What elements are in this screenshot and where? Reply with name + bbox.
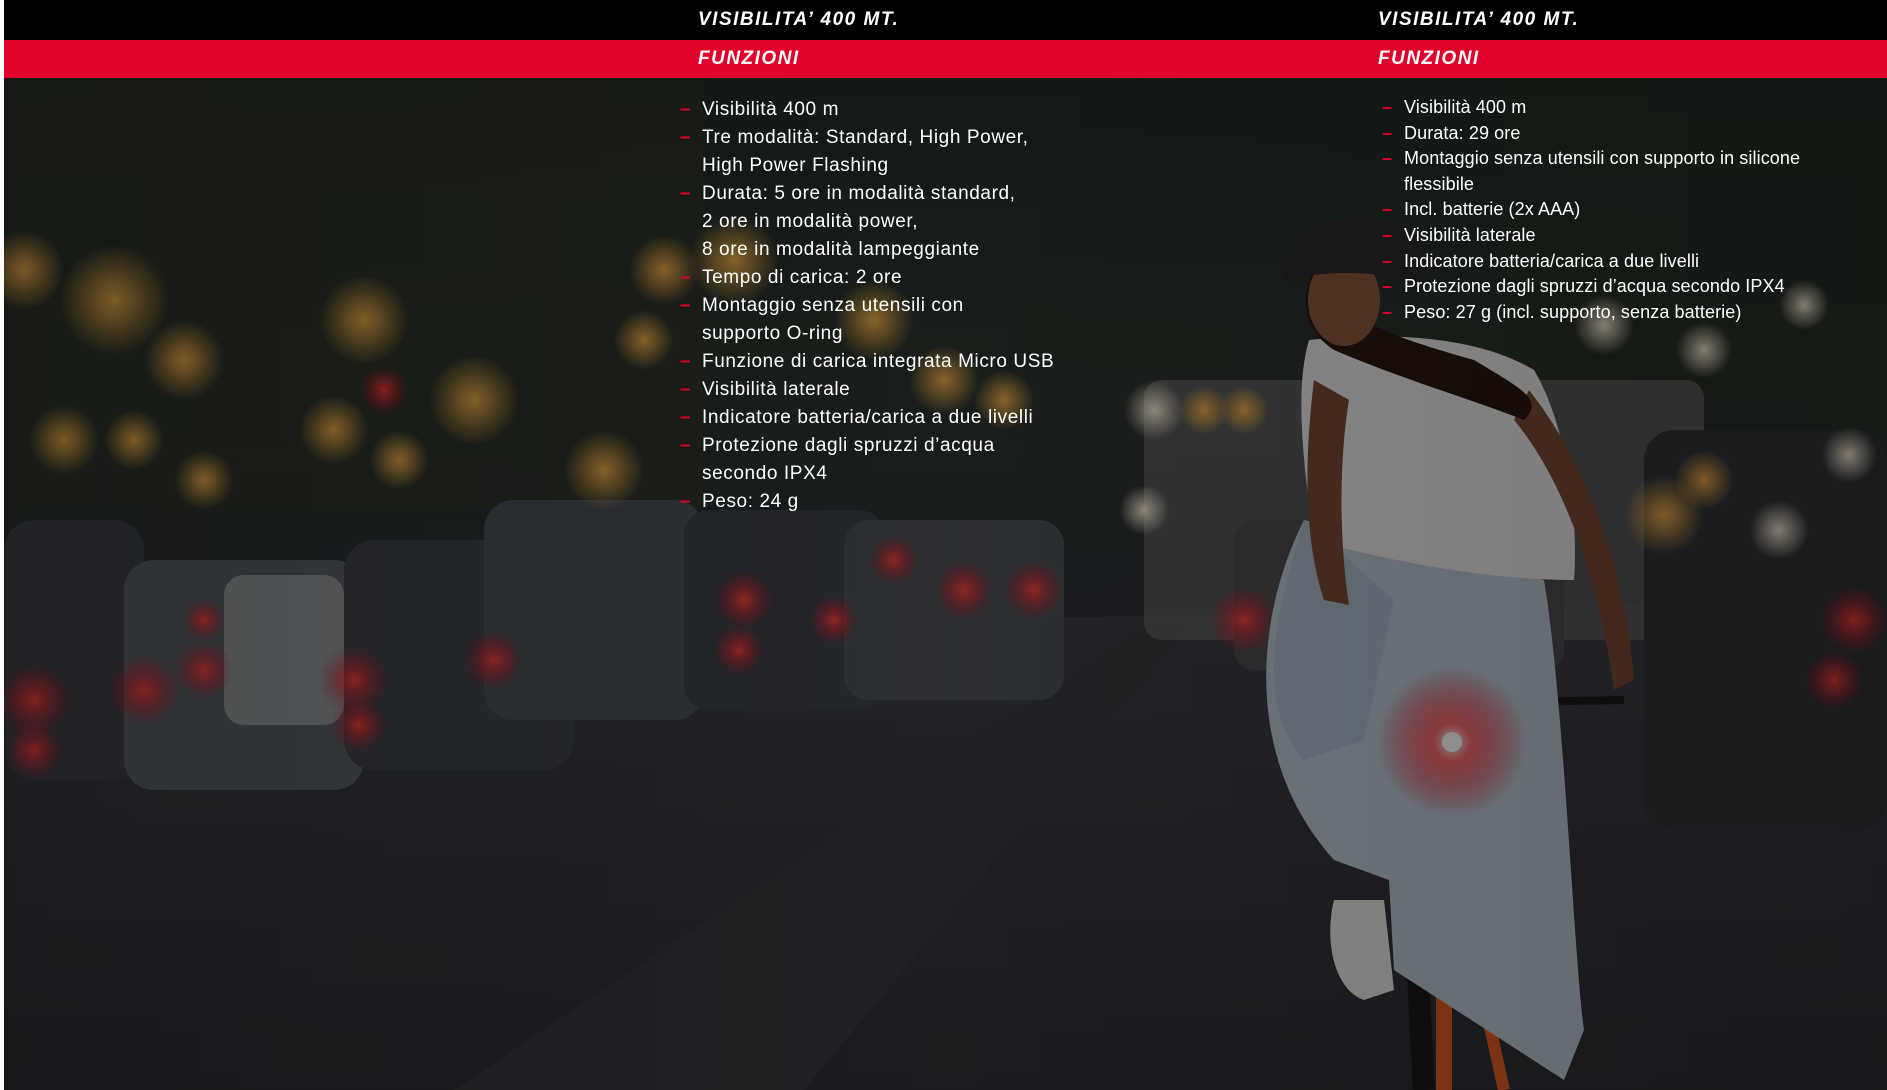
- feature-text-line: Visibilità 400 m: [1404, 97, 1527, 117]
- header-bar: [4, 0, 1887, 40]
- feature-item: – Peso: 27 g (incl. supporto, senza batte…: [1382, 300, 1800, 326]
- feature-text-line: flessibile: [1404, 173, 1475, 194]
- feature-item: – Tre modalità: Standard, High Power, High…: [680, 124, 1054, 180]
- feature-item: – Montaggio senza utensili con supporto O-…: [680, 292, 1054, 348]
- feature-text-line: secondo IPX4: [702, 463, 828, 484]
- bullet-dash: –: [680, 127, 692, 148]
- feature-item: – Indicatore batteria/carica a due livell…: [1382, 249, 1800, 275]
- bullet-dash: –: [1382, 250, 1393, 271]
- feature-item: – Durata: 29 ore: [1382, 121, 1800, 147]
- bullet-dash: –: [680, 407, 692, 428]
- bullet-dash: –: [1382, 122, 1393, 143]
- feature-text-line: Protezione dagli spruzzi d’acqua secondo…: [1404, 276, 1785, 297]
- bullet-dash: –: [680, 435, 692, 456]
- bullet-dash: –: [680, 351, 692, 372]
- feature-text-line: High Power Flashing: [702, 155, 889, 176]
- bullet-dash: –: [1382, 224, 1393, 245]
- bullet-dash: –: [1382, 276, 1393, 297]
- feature-item: – Tempo di carica: 2 ore: [680, 264, 1054, 292]
- feature-text-line: Visibilità 400 m: [702, 99, 840, 120]
- bullet-dash: –: [1382, 199, 1393, 220]
- feature-item: – Protezione dagli spruzzi d’acqua second…: [1382, 274, 1800, 300]
- bullet-dash: –: [1382, 97, 1393, 117]
- feature-text-line: Protezione dagli spruzzi d’acqua: [702, 435, 995, 456]
- feature-text-line: Peso: 24 g: [702, 491, 799, 512]
- product-1-title: VISIBILITA’ 400 MT.: [698, 9, 900, 30]
- feature-item: – Incl. batterie (2x AAA): [1382, 197, 1800, 223]
- feature-text-line: Tre modalità: Standard, High Power,: [702, 127, 1029, 148]
- feature-text-line: Visibilità laterale: [1404, 224, 1536, 245]
- feature-text-line: Incl. batterie (2x AAA): [1404, 199, 1581, 220]
- product-1-feature-list: – Visibilità 400 m – Tre modalità: Standard…: [680, 96, 1055, 516]
- bullet-dash: –: [680, 99, 692, 120]
- feature-item: – Peso: 24 g: [680, 488, 1054, 516]
- feature-text-line: 8 ore in modalità lampeggiante: [702, 239, 980, 260]
- bullet-dash: –: [680, 379, 692, 400]
- feature-text-line: Funzione di carica integrata Micro USB: [702, 351, 1055, 372]
- bullet-dash: –: [680, 267, 692, 288]
- product-1-section-label: FUNZIONI: [698, 48, 800, 69]
- section-bar: [4, 40, 1887, 78]
- feature-text-line: Montaggio senza utensili con: [702, 295, 964, 316]
- feature-text-line: Durata: 29 ore: [1404, 122, 1521, 143]
- bullet-dash: –: [680, 183, 692, 204]
- feature-item: – Visibilità laterale: [680, 376, 1054, 404]
- feature-item: – Durata: 5 ore in modalità standard, 2 or…: [680, 180, 1054, 264]
- product-2-feature-list: – Visibilità 400 m – Durata: 29 ore – Montagg…: [1382, 95, 1801, 326]
- feature-text-line: Indicatore batteria/carica a due livelli: [702, 407, 1034, 428]
- product-2-title: VISIBILITA’ 400 MT.: [1378, 9, 1580, 30]
- feature-text-line: Durata: 5 ore in modalità standard,: [702, 183, 1016, 204]
- feature-text-line: Montaggio senza utensili con supporto in…: [1404, 148, 1801, 169]
- product-page: VISIBILITA’ 400 MT. FUNZIONI – Visibilità…: [4, 0, 1887, 1090]
- feature-text-line: Visibilità laterale: [702, 379, 851, 400]
- feature-item: – Protezione dagli spruzzi d’acqua secondo…: [680, 432, 1054, 488]
- bullet-dash: –: [680, 491, 692, 512]
- feature-item: – Visibilità laterale: [1382, 223, 1800, 249]
- bullet-dash: –: [680, 295, 692, 316]
- feature-item: – Visibilità 400 m: [680, 96, 1054, 124]
- feature-item: – Funzione di carica integrata Micro USB: [680, 348, 1055, 376]
- bullet-dash: –: [1382, 301, 1393, 322]
- feature-text-line: Tempo di carica: 2 ore: [702, 267, 903, 288]
- feature-item: – Indicatore batteria/carica a due livell…: [680, 404, 1054, 432]
- bullet-dash: –: [1382, 148, 1393, 169]
- feature-text-line: 2 ore in modalità power,: [702, 211, 919, 232]
- feature-text-line: Indicatore batteria/carica a due livelli: [1404, 250, 1700, 271]
- feature-item: – Montaggio senza utensili con supporto i…: [1382, 146, 1801, 197]
- product-2-section-label: FUNZIONI: [1378, 48, 1480, 69]
- feature-text-line: supporto O-ring: [702, 323, 844, 344]
- feature-text-line: Peso: 27 g (incl. supporto, senza batter…: [1404, 301, 1742, 322]
- feature-item: – Visibilità 400 m: [1382, 95, 1800, 121]
